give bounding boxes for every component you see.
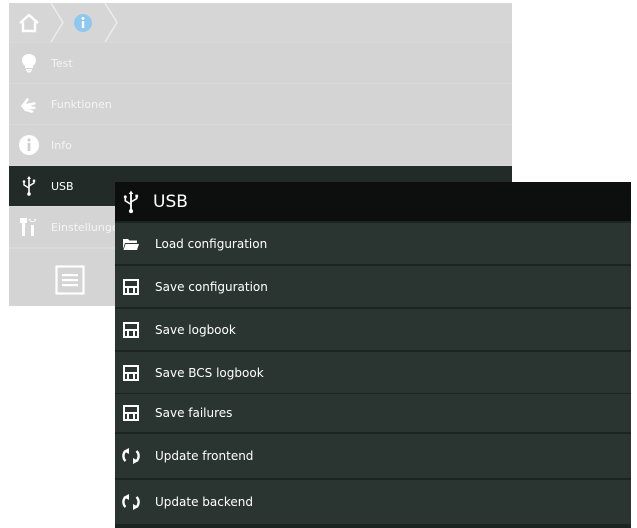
- floppy-icon: [115, 321, 147, 338]
- update-backend-button[interactable]: Update backend: [115, 480, 631, 524]
- menu-button[interactable]: [53, 264, 87, 296]
- refresh-icon: [115, 492, 147, 512]
- menu-item-label: USB: [51, 179, 74, 193]
- refresh-icon: [115, 446, 147, 466]
- save-configuration-button[interactable]: Save configuration: [115, 266, 631, 307]
- menu-item-label: Test: [51, 56, 73, 70]
- breadcrumb-separator-icon: [104, 3, 118, 42]
- lightbulb-icon: [11, 43, 47, 83]
- usb-item-label: Save configuration: [155, 279, 268, 294]
- menu-item-funktionen[interactable]: Funktionen: [9, 84, 512, 124]
- usb-icon: [115, 182, 147, 221]
- save-bcs-logbook-button[interactable]: Save BCS logbook: [115, 352, 631, 393]
- floppy-icon: [115, 364, 147, 381]
- breadcrumb-home[interactable]: [9, 3, 49, 42]
- usb-dialog: USB Load configuration Save configuratio…: [115, 182, 631, 528]
- menu-list-icon: [55, 265, 85, 295]
- menu-item-info[interactable]: Info: [9, 125, 512, 165]
- usb-icon: [11, 166, 47, 206]
- usb-item-label: Load configuration: [155, 236, 268, 251]
- floppy-icon: [115, 278, 147, 295]
- load-configuration-button[interactable]: Load configuration: [115, 223, 631, 264]
- folder-icon: [115, 236, 147, 252]
- usb-dialog-title: USB: [153, 191, 188, 212]
- floppy-icon: [115, 405, 147, 421]
- hand-icon: [11, 84, 47, 124]
- usb-dialog-header: USB: [115, 182, 631, 221]
- info-icon: [74, 13, 92, 32]
- info-icon: [11, 125, 47, 165]
- breadcrumb: [9, 3, 512, 42]
- save-failures-button[interactable]: Save failures: [115, 394, 631, 432]
- save-logbook-button[interactable]: Save logbook: [115, 309, 631, 350]
- breadcrumb-info[interactable]: [63, 3, 103, 42]
- usb-item-label: Save failures: [155, 406, 233, 420]
- usb-item-label: Save BCS logbook: [155, 365, 264, 380]
- tools-icon: [11, 207, 47, 247]
- home-icon: [19, 13, 39, 32]
- menu-item-label: Funktionen: [51, 97, 112, 111]
- usb-item-label: Update frontend: [155, 449, 254, 463]
- menu-item-label: Info: [51, 138, 72, 152]
- usb-item-label: Update backend: [155, 495, 253, 509]
- usb-item-label: Save logbook: [155, 322, 236, 337]
- update-frontend-button[interactable]: Update frontend: [115, 434, 631, 478]
- menu-item-test[interactable]: Test: [9, 43, 512, 83]
